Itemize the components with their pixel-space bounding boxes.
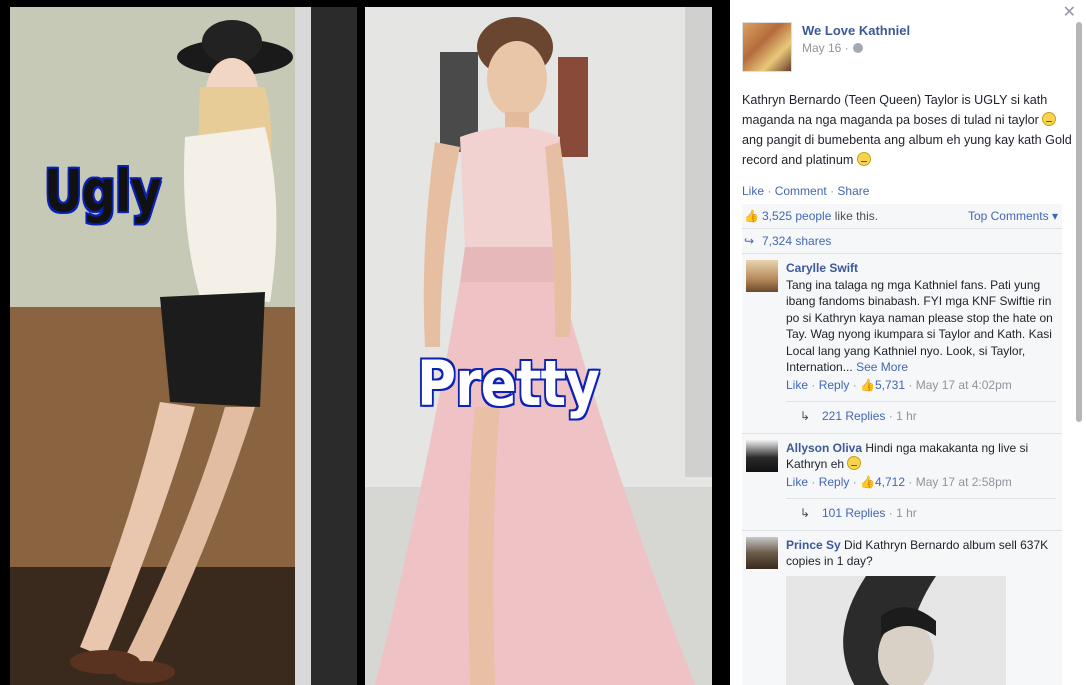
- replies-link[interactable]: ↳ 101 Replies · 1 hr: [786, 498, 1056, 524]
- post-actions: Like · Comment · Share: [742, 184, 869, 198]
- separator: ·: [767, 184, 772, 198]
- pretty-label: Pretty: [416, 346, 602, 422]
- reply-arrow-icon: ↳: [800, 409, 811, 423]
- separator: ·: [830, 184, 835, 198]
- comment-likes-count[interactable]: 4,712: [875, 475, 905, 489]
- share-arrow-icon: ↪: [744, 234, 755, 248]
- frown-emoji-icon: [1042, 112, 1057, 126]
- globe-icon: [852, 43, 863, 53]
- ugly-label: Ugly: [43, 156, 163, 227]
- thumbs-up-icon: 👍: [860, 474, 875, 489]
- comment-reply-button[interactable]: Reply: [819, 378, 850, 392]
- like-button[interactable]: Like: [742, 184, 764, 198]
- post-text-part2: ang pangit di bumebenta ang album eh yun…: [742, 133, 1072, 167]
- post-date[interactable]: May 16 ·: [802, 41, 863, 55]
- replies-count[interactable]: 221 Replies: [822, 409, 885, 423]
- replies-link[interactable]: ↳ 221 Replies · 1 hr: [786, 401, 1056, 427]
- avatar[interactable]: [746, 439, 778, 472]
- left-photo[interactable]: Ugly: [10, 7, 357, 685]
- comment-meta: Like · Reply · 👍4,712 · May 17 at 2:58pm: [786, 474, 1012, 489]
- frown-emoji-icon: [856, 152, 871, 166]
- likes-row: 👍 3,525 people like this. Top Comments ▾: [742, 204, 1062, 229]
- comment-meta: Like · Reply · 👍5,731 · May 17 at 4:02pm: [786, 377, 1012, 392]
- replies-time: 1 hr: [896, 506, 917, 520]
- likes-suffix: like this.: [831, 209, 879, 223]
- right-photo-illustration: [365, 7, 712, 685]
- post-date-text[interactable]: May 16 ·: [802, 41, 849, 55]
- avatar[interactable]: [746, 536, 778, 569]
- comment-button[interactable]: Comment: [775, 184, 827, 198]
- right-photo[interactable]: Pretty: [365, 7, 712, 685]
- comment-item: Prince Sy Did Kathryn Bernardo album sel…: [742, 531, 1062, 685]
- comment-time[interactable]: May 17 at 4:02pm: [916, 378, 1012, 392]
- commenter-name[interactable]: Allyson Oliva: [786, 441, 862, 455]
- comment-reply-button[interactable]: Reply: [819, 475, 850, 489]
- comment-item: Carylle Swift Tang ina talaga ng mga Kat…: [742, 254, 1062, 434]
- post-text: Kathryn Bernardo (Teen Queen) Taylor is …: [742, 90, 1072, 170]
- commenter-name[interactable]: Carylle Swift: [786, 261, 858, 275]
- photo-stage: Ugly Pretty: [0, 0, 730, 685]
- comment-time[interactable]: May 17 at 2:58pm: [916, 475, 1012, 489]
- close-icon[interactable]: ✕: [1063, 2, 1076, 22]
- comment-like-button[interactable]: Like: [786, 475, 808, 489]
- page-name[interactable]: We Love Kathniel: [802, 23, 910, 38]
- thumbs-up-icon: 👍: [860, 377, 875, 392]
- likes-count-link[interactable]: 3,525 people: [762, 209, 831, 223]
- page-avatar[interactable]: [742, 22, 792, 72]
- commenter-name[interactable]: Prince Sy: [786, 538, 841, 552]
- comment-item: Allyson Oliva Hindi nga makakanta ng liv…: [742, 434, 1062, 531]
- post-text-part1: Kathryn Bernardo (Teen Queen) Taylor is …: [742, 93, 1048, 127]
- replies-count[interactable]: 101 Replies: [822, 506, 885, 520]
- unamused-emoji-icon: [847, 456, 862, 470]
- comment-like-button[interactable]: Like: [786, 378, 808, 392]
- left-photo-illustration: [10, 7, 357, 685]
- comment-image[interactable]: [786, 575, 1006, 685]
- top-comments-dropdown[interactable]: Top Comments ▾: [968, 204, 1058, 229]
- replies-time: 1 hr: [896, 409, 917, 423]
- comment-likes-count[interactable]: 5,731: [875, 378, 905, 392]
- see-more-link[interactable]: See More: [856, 360, 908, 374]
- shares-row: ↪ 7,324 shares: [742, 229, 1062, 254]
- shares-link[interactable]: 7,324 shares: [762, 234, 831, 248]
- thumbs-up-icon: 👍: [744, 209, 759, 223]
- comment-text-block: Tang ina talaga ng mga Kathniel fans. Pa…: [786, 277, 1056, 376]
- scrollbar[interactable]: [1076, 22, 1082, 422]
- share-button[interactable]: Share: [837, 184, 869, 198]
- avatar[interactable]: [746, 260, 778, 292]
- comment-image-illustration: [786, 575, 1006, 685]
- post-panel: ✕ We Love Kathniel May 16 · Kathryn Bern…: [730, 0, 1086, 685]
- comment-text: Tang ina talaga ng mga Kathniel fans. Pa…: [786, 277, 1053, 375]
- feedback-section: 👍 3,525 people like this. Top Comments ▾…: [742, 204, 1062, 685]
- reply-arrow-icon: ↳: [800, 506, 811, 520]
